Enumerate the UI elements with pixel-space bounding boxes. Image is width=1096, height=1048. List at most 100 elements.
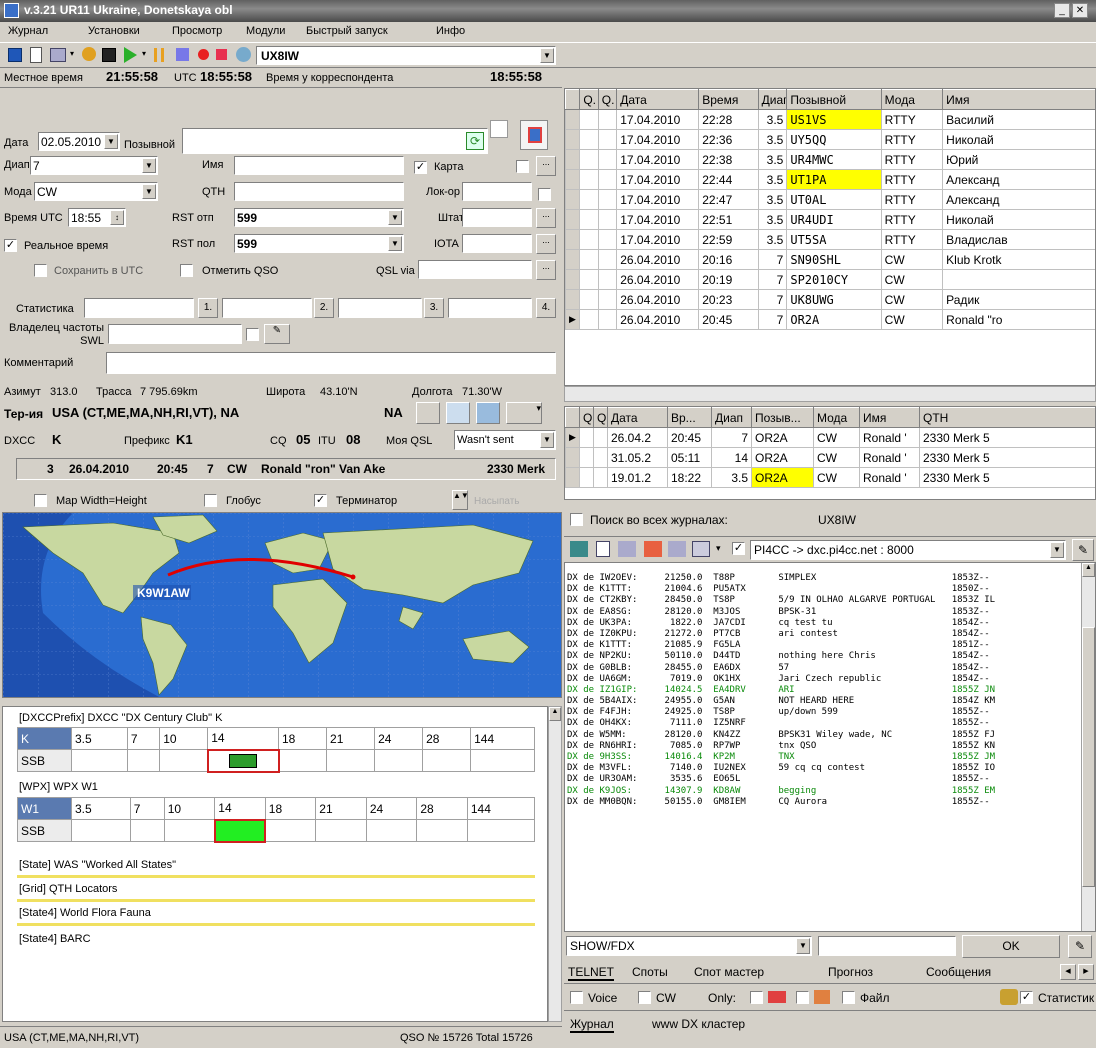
- only-filter-1-checkbox[interactable]: [750, 991, 763, 1004]
- dx-spot-line[interactable]: DX de CT2KBY: 28450.0 TS8P 5/9 IN OLHAO …: [567, 595, 1081, 606]
- chevron-down-icon[interactable]: ▼: [142, 158, 156, 173]
- myqsl-select[interactable]: Wasn't sent ▼: [454, 430, 556, 450]
- cluster-scrollbar[interactable]: ▲: [1081, 563, 1095, 931]
- print-icon[interactable]: [50, 48, 66, 62]
- map-checkbox[interactable]: ✓: [414, 160, 427, 175]
- table-icon[interactable]: [692, 541, 710, 557]
- iota-input[interactable]: [462, 234, 532, 253]
- qsl-via-input[interactable]: [418, 260, 532, 279]
- state-input[interactable]: [462, 208, 532, 227]
- dx-spot-line[interactable]: DX de IW2OEV: 21250.0 T88P SIMPLEX 1853Z…: [567, 573, 1081, 584]
- chevron-down-icon[interactable]: ▼: [540, 48, 554, 63]
- square-icon[interactable]: [216, 49, 227, 60]
- stats-field-2[interactable]: [222, 298, 312, 318]
- stats-button-2[interactable]: 2.: [314, 298, 334, 318]
- log-row[interactable]: 17.04.2010 22:59 3.5 UT5SA RTTY Владислав: [565, 229, 1095, 250]
- log-row[interactable]: 17.04.2010 22:38 3.5 UR4MWC RTTY Юрий: [565, 149, 1095, 170]
- play-icon[interactable]: [124, 47, 137, 63]
- dx-spot-line[interactable]: DX de F4FJH: 24925.0 TS8P up/down 599 18…: [567, 707, 1081, 718]
- server-checkbox[interactable]: ✓: [732, 541, 745, 556]
- log-row[interactable]: 26.04.2010 20:19 7 SP2010CY CW: [565, 269, 1095, 290]
- history-row[interactable]: 31.05.2 05:11 14 OR2A CW Ronald ' 2330 Merk 5: [565, 447, 1095, 468]
- name-check[interactable]: [516, 160, 529, 173]
- chevron-down-icon[interactable]: ▼: [104, 134, 118, 149]
- log-row[interactable]: 17.04.2010 22:51 3.5 UR4UDI RTTY Николай: [565, 209, 1095, 230]
- log-row[interactable]: 17.04.2010 22:28 3.5 US1VS RTTY Василий: [565, 109, 1095, 130]
- close-button[interactable]: ✕: [1072, 3, 1088, 18]
- locator-check[interactable]: [538, 188, 551, 201]
- map-width-height-checkbox[interactable]: [34, 494, 47, 507]
- tab-journal[interactable]: Журнал: [570, 1017, 614, 1033]
- chevron-down-icon[interactable]: ▼: [540, 432, 554, 448]
- stats-button-4[interactable]: 4.: [536, 298, 556, 318]
- log-row[interactable]: 17.04.2010 22:36 3.5 UY5QQ RTTY Николай: [565, 129, 1095, 150]
- menu-quick-launch[interactable]: Быстрый запуск: [306, 25, 388, 37]
- dx-spot-line[interactable]: DX de IZ0KPU: 21272.0 PT7CB ari contest …: [567, 629, 1081, 640]
- card-filter-icon[interactable]: [814, 990, 830, 1004]
- menu-modules[interactable]: Модули: [246, 25, 285, 37]
- history-row[interactable]: ▶ 26.04.2 20:45 7 OR2A CW Ronald ' 2330 Merk 5: [565, 427, 1095, 448]
- menu-view[interactable]: Просмотр: [172, 25, 222, 37]
- history-row[interactable]: 19.01.2 18:22 3.5 OR2A CW Ronald ' 2330 Merk 5: [565, 467, 1095, 488]
- filter-icon[interactable]: [644, 541, 662, 557]
- menu-info[interactable]: Инфо: [436, 25, 465, 37]
- dx-spot-line[interactable]: DX de K1TTT: 21085.9 FG5LA 1851Z--: [567, 640, 1081, 651]
- log-row[interactable]: 26.04.2010 20:23 7 UK8UWG CW Радик: [565, 289, 1095, 310]
- tab-spot-master[interactable]: Спот мастер: [694, 965, 764, 979]
- dxcc-14-cell[interactable]: [206, 748, 280, 773]
- command-select[interactable]: SHOW/FDX ▼: [566, 936, 812, 956]
- dx-spot-line[interactable]: DX de NP2KU: 50110.0 D44TD nothing here …: [567, 651, 1081, 662]
- stats-button-1[interactable]: 1.: [198, 298, 218, 318]
- terminator-checkbox[interactable]: ✓: [314, 493, 327, 508]
- list-icon[interactable]: [668, 541, 686, 557]
- name-input[interactable]: [234, 156, 404, 175]
- log-row[interactable]: 17.04.2010 22:47 3.5 UT0AL RTTY Александ: [565, 189, 1095, 210]
- dx-spot-line[interactable]: DX de MM0BQN: 50155.0 GM8IEM CQ Aurora 1…: [567, 797, 1081, 808]
- dx-spot-line[interactable]: DX de 5B4AIX: 24955.0 G5AN NOT HEARD HER…: [567, 696, 1081, 707]
- dx-spot-line[interactable]: DX de UR3OAM: 3535.6 EO65L 1855Z--: [567, 774, 1081, 785]
- refresh-icon[interactable]: ⟳: [466, 132, 484, 150]
- mode-select[interactable]: CW ▼: [34, 182, 158, 201]
- chevron-down-icon[interactable]: ▼: [388, 210, 402, 225]
- chevron-down-icon[interactable]: ▼: [1050, 542, 1064, 558]
- tab-telnet[interactable]: TELNET: [568, 965, 615, 981]
- tab-forecast[interactable]: Прогноз: [828, 965, 873, 979]
- spin-icon[interactable]: ▲▼: [452, 490, 469, 510]
- comment-input[interactable]: [106, 352, 556, 374]
- chevron-down-icon[interactable]: ▼: [796, 938, 810, 954]
- dx-spot-line[interactable]: DX de K9JOS: 14307.9 KD8AW begging 1855Z…: [567, 786, 1081, 797]
- wpx-14-cell[interactable]: [213, 818, 267, 843]
- swl-button[interactable]: ✎: [264, 324, 290, 344]
- dx-spot-line[interactable]: DX de W5MM: 28120.0 KN4ZZ BPSK31 Wiley w…: [567, 730, 1081, 741]
- log-hscroll[interactable]: [564, 386, 1096, 402]
- menu-settings[interactable]: Установки: [88, 25, 140, 37]
- locator-input[interactable]: [462, 182, 532, 201]
- stats-field-4[interactable]: [448, 298, 532, 318]
- globe-checkbox[interactable]: [204, 494, 217, 507]
- dropdown-arrow-icon[interactable]: ▾: [70, 49, 74, 58]
- dx-spot-line[interactable]: DX de EA8SG: 28120.0 M3JOS BPSK-31 1853Z…: [567, 607, 1081, 618]
- new-icon[interactable]: [30, 47, 42, 63]
- voice-checkbox[interactable]: [570, 991, 583, 1004]
- dx-spot-line[interactable]: DX de UK3PA: 1822.0 JA7CDI cq test tu 18…: [567, 618, 1081, 629]
- menu-journal[interactable]: Журнал: [8, 25, 48, 37]
- spin-icon[interactable]: ↕: [110, 210, 124, 225]
- time-field[interactable]: 18:55 ↕: [68, 208, 126, 227]
- dx-spot-line[interactable]: DX de IZ1GIP: 14024.5 EA4DRV ARI 1855Z J…: [567, 685, 1081, 696]
- card-icon[interactable]: [520, 120, 548, 150]
- qsl-via-more-button[interactable]: ...: [536, 260, 556, 280]
- cw-checkbox[interactable]: [638, 991, 651, 1004]
- file-checkbox[interactable]: [842, 991, 855, 1004]
- log-row[interactable]: 17.04.2010 22:44 3.5 UT1PA RTTY Александ: [565, 169, 1095, 190]
- iota-more-button[interactable]: ...: [536, 234, 556, 254]
- grid-filter-icon[interactable]: [768, 991, 786, 1003]
- record-icon[interactable]: [198, 49, 209, 60]
- command-input[interactable]: [818, 936, 956, 956]
- realtime-checkbox[interactable]: ✓: [4, 238, 17, 253]
- rst-sent-select[interactable]: 599 ▼: [234, 208, 404, 227]
- stats-field-3[interactable]: [338, 298, 422, 318]
- tab-www-cluster[interactable]: www DX кластер: [652, 1017, 745, 1031]
- callsign-combo[interactable]: UX8IW ▼: [256, 46, 556, 65]
- stats-field-1[interactable]: [84, 298, 194, 318]
- save-icon[interactable]: [8, 48, 22, 62]
